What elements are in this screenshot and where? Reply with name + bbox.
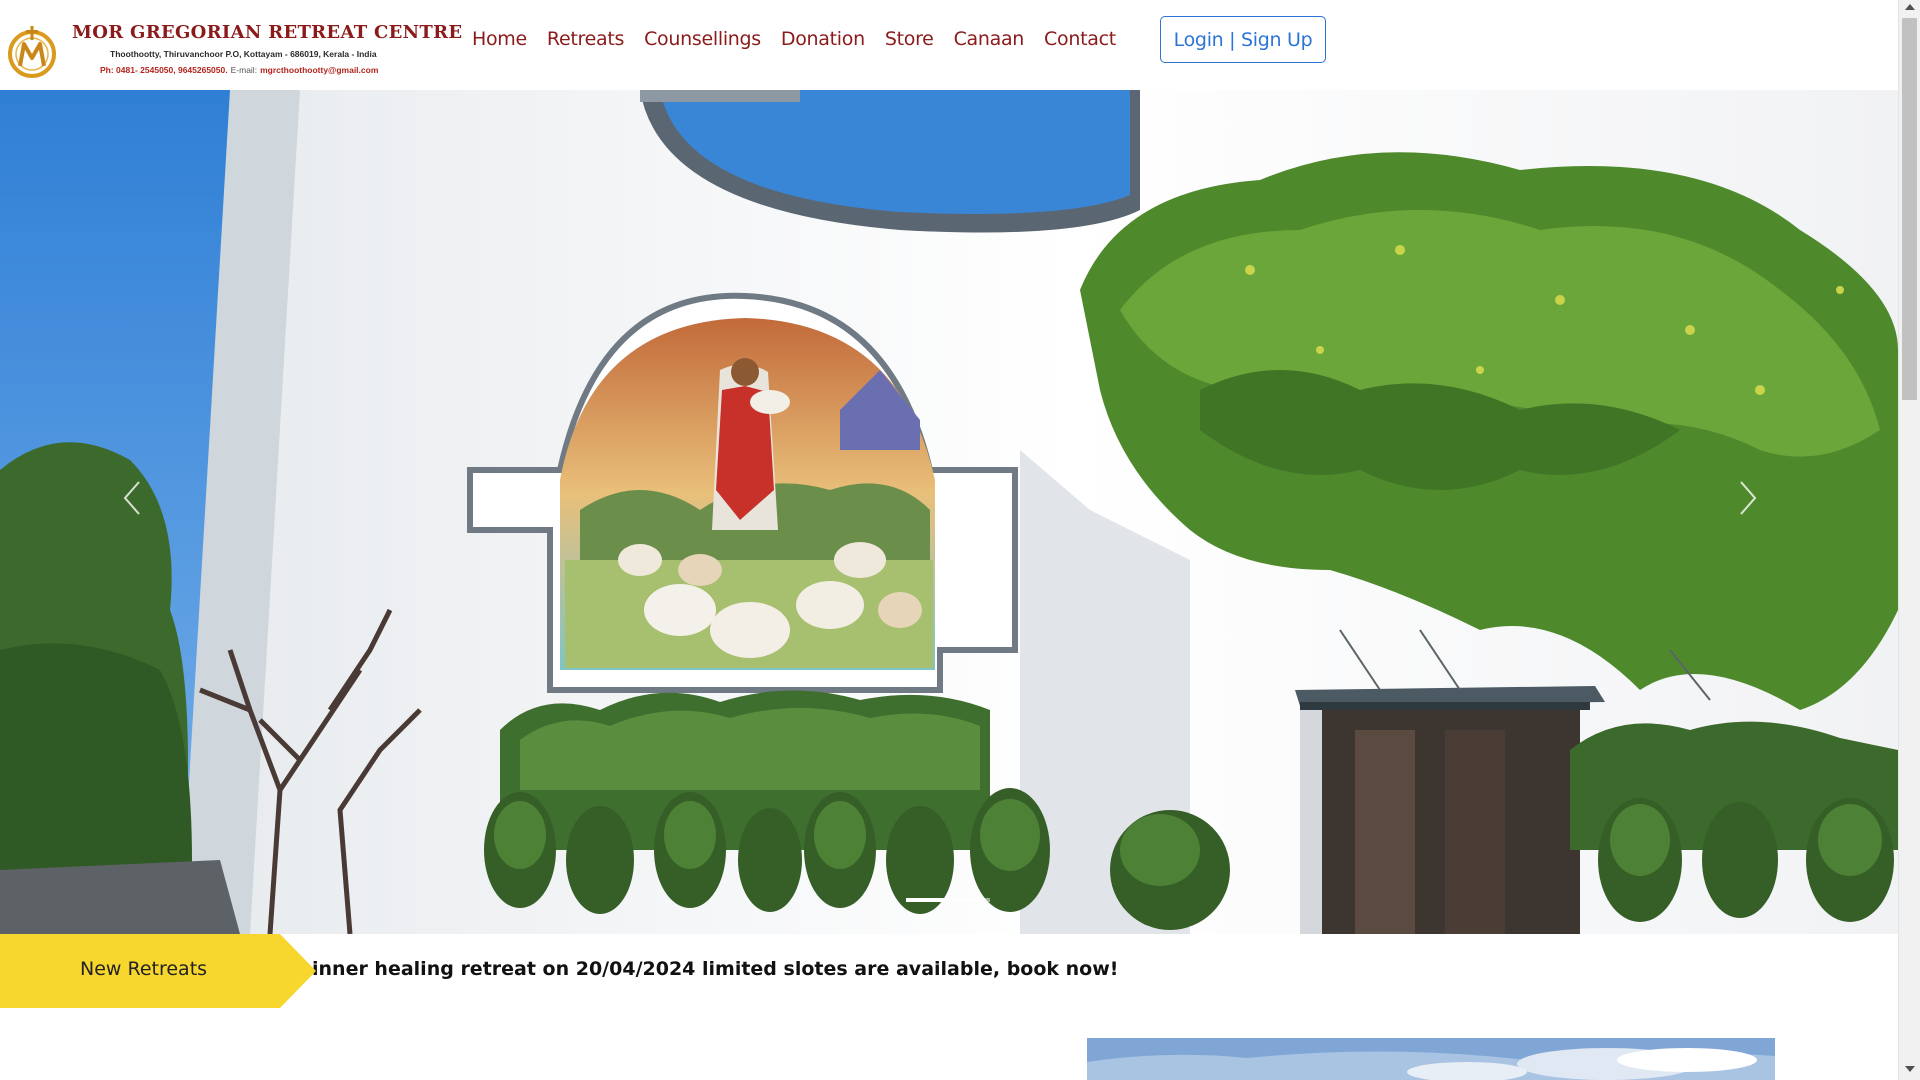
nav-item-store[interactable]: Store (885, 28, 934, 50)
ticker-message[interactable]: inner healing retreat on 20/04/2024 limi… (312, 958, 1118, 980)
ticker-tag: New Retreats (0, 934, 316, 1008)
ticker-label: New Retreats (80, 958, 208, 980)
carousel-prev-button[interactable] (122, 480, 162, 540)
brand-address: Thoothootty, Thiruvanchoor P.O, Kottayam… (110, 49, 377, 59)
nav-item-retreats[interactable]: Retreats (547, 28, 624, 50)
nav-item-donation[interactable]: Donation (781, 28, 865, 50)
hero-carousel (0, 90, 1898, 934)
main-nav: Home Retreats Counsellings Donation Stor… (472, 28, 1136, 50)
nav-item-contact[interactable]: Contact (1044, 28, 1116, 50)
carousel-indicators (906, 898, 990, 902)
brand-email-label: E-mail: (230, 65, 258, 75)
about-photo (1087, 1038, 1775, 1080)
site-header: MOR GREGORIAN RETREAT CENTRE Thoothootty… (0, 0, 1898, 90)
nav-item-counsellings[interactable]: Counsellings (644, 28, 761, 50)
about-photo-image (1087, 1038, 1775, 1080)
scroll-down-arrow-icon[interactable] (1905, 1066, 1915, 1072)
logo-emblem-icon (8, 26, 56, 78)
site-logo[interactable]: MOR GREGORIAN RETREAT CENTRE Thoothootty… (4, 20, 462, 82)
nav-item-home[interactable]: Home (472, 28, 527, 50)
nav-item-canaan[interactable]: Canaan (954, 28, 1025, 50)
brand-name: MOR GREGORIAN RETREAT CENTRE (72, 22, 463, 43)
scroll-thumb[interactable] (1902, 18, 1917, 400)
carousel-indicator-2[interactable] (952, 898, 990, 902)
news-ticker: inner healing retreat on 20/04/2024 limi… (0, 934, 1898, 1008)
login-signup-button[interactable]: Login | Sign Up (1160, 16, 1326, 63)
scroll-up-arrow-icon[interactable] (1905, 4, 1915, 10)
carousel-slide-image (0, 90, 1898, 934)
chevron-right-icon (1740, 481, 1757, 515)
carousel-indicator-1[interactable] (906, 898, 944, 902)
brand-phone: Ph: 0481- 2545050, 9645265050. (100, 65, 228, 75)
page-scrollbar[interactable] (1898, 0, 1920, 1080)
brand-email: mgrcthoothootty@gmail.com (260, 65, 379, 75)
brand-contact: Ph: 0481- 2545050, 9645265050. E-mail: mgr… (100, 65, 378, 75)
chevron-left-icon (123, 481, 140, 515)
carousel-next-button[interactable] (1738, 480, 1778, 540)
